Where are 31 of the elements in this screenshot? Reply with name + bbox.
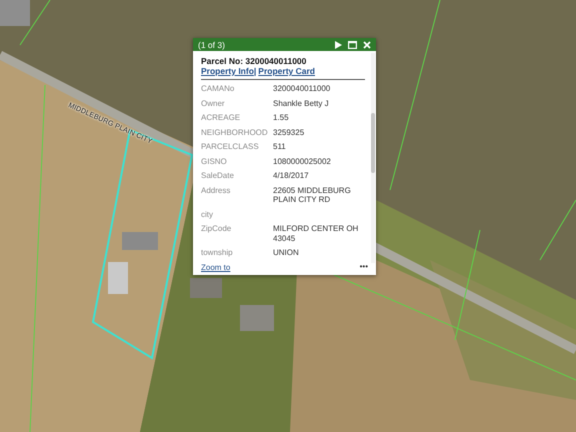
property-link[interactable]: Property Card [258, 66, 315, 76]
field-value: 3200040011000 [273, 84, 332, 94]
field-label: city [201, 210, 214, 219]
field-value: 1080000025002 [273, 156, 332, 166]
field-label: GISNO [201, 156, 228, 166]
field-label: Owner [201, 98, 226, 108]
link-separator: | [254, 66, 256, 76]
field-label: SaleDate [201, 171, 235, 180]
more-button[interactable]: ••• [360, 263, 368, 271]
next-arrow-icon[interactable] [335, 40, 342, 48]
field-label: CAMANo [201, 84, 236, 94]
property-link[interactable]: Property Info [201, 66, 254, 76]
field-value: MILFORD CENTER OH 43045 [273, 224, 360, 243]
field-value: Shankle Betty J [273, 98, 330, 108]
field-value: 1.55 [273, 113, 290, 122]
parcel-title: Parcel No: 3200040011000 [201, 56, 308, 66]
field-label: Address [201, 186, 232, 196]
maximize-icon[interactable] [348, 40, 357, 48]
zoom-to-link[interactable]: Zoom to [201, 262, 230, 272]
field-value: UNION [273, 248, 300, 258]
field-value: 511 [273, 142, 287, 152]
field-label: ACREAGE [201, 113, 242, 122]
field-value: 3259325 [273, 128, 306, 137]
field-value: 22605 MIDDLEBURG PLAIN CITY RD [273, 186, 352, 204]
feature-counter: (1 of 3) [198, 40, 225, 50]
field-label: NEIGHBORHOOD [201, 128, 269, 137]
field-label: ZipCode [201, 224, 232, 235]
close-icon[interactable] [363, 40, 371, 48]
field-label: PARCELCLASS [201, 142, 260, 152]
field-value: 4/18/2017 [273, 171, 310, 180]
field-label: township [201, 248, 234, 258]
